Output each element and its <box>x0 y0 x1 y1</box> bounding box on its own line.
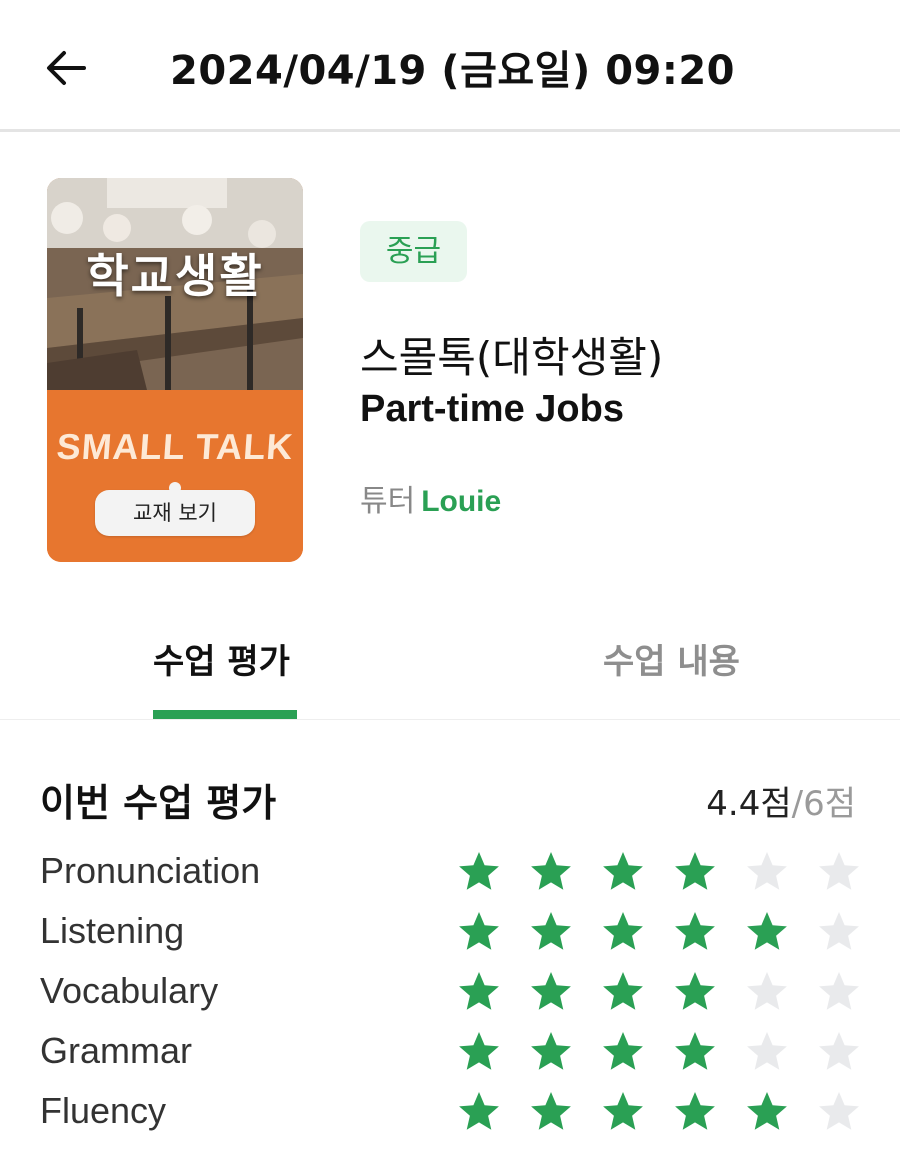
star-filled-icon <box>601 910 645 954</box>
rating-row-listening: Listening <box>0 902 900 962</box>
star-rating <box>457 1030 861 1074</box>
course-title-korean: 스몰톡(대학생활) <box>360 333 664 382</box>
rating-row-vocabulary: Vocabulary <box>0 962 900 1022</box>
star-filled-icon <box>529 850 573 894</box>
page-title: 2024/04/19 (금요일) 09:20 <box>170 48 736 94</box>
tutor-info: 튜터 Louie <box>360 476 501 520</box>
level-badge: 중급 <box>360 221 467 282</box>
rating-row-grammar: Grammar <box>0 1022 900 1082</box>
arrow-left-icon <box>47 51 86 85</box>
cover-korean-title: 학교생활 <box>86 249 264 303</box>
header-bar: 2024/04/19 (금요일) 09:20 <box>0 0 900 132</box>
star-empty-icon <box>817 970 861 1014</box>
star-filled-icon <box>601 850 645 894</box>
star-filled-icon <box>673 850 717 894</box>
tutor-label: 튜터 <box>360 484 416 519</box>
view-textbook-button[interactable]: 교재 보기 <box>95 482 255 536</box>
active-tab-indicator <box>153 710 297 719</box>
rating-label: Pronunciation <box>40 850 261 891</box>
star-filled-icon <box>457 910 501 954</box>
back-button[interactable] <box>40 42 92 94</box>
star-filled-icon <box>457 970 501 1014</box>
course-title-english: Part-time Jobs <box>360 388 624 430</box>
star-filled-icon <box>745 1090 789 1134</box>
star-filled-icon <box>529 910 573 954</box>
star-filled-icon <box>601 1030 645 1074</box>
rating-row-pronunciation: Pronunciation <box>0 842 900 902</box>
tutor-name[interactable]: Louie <box>421 485 501 518</box>
star-rating <box>457 910 861 954</box>
star-filled-icon <box>457 1090 501 1134</box>
rating-label: Fluency <box>40 1090 167 1131</box>
star-empty-icon <box>817 850 861 894</box>
rating-label: Listening <box>40 910 185 951</box>
star-empty-icon <box>817 1030 861 1074</box>
total-score: 4.4점/6점 <box>706 776 856 825</box>
star-empty-icon <box>745 1030 789 1074</box>
star-empty-icon <box>745 850 789 894</box>
rating-label: Vocabulary <box>40 970 219 1011</box>
star-empty-icon <box>745 970 789 1014</box>
star-filled-icon <box>601 970 645 1014</box>
rating-row-fluency: Fluency <box>0 1082 900 1142</box>
star-filled-icon <box>673 910 717 954</box>
star-rating <box>457 1090 861 1134</box>
evaluation-section-title: 이번 수업 평가 <box>40 781 277 825</box>
star-filled-icon <box>673 1030 717 1074</box>
star-rating <box>457 970 861 1014</box>
star-filled-icon <box>673 1090 717 1134</box>
textbook-cover: 학교생활 SMALL TALK 교재 보기 <box>47 178 303 562</box>
star-filled-icon <box>457 850 501 894</box>
classroom-photo: 학교생활 <box>47 178 303 390</box>
cover-orange-panel: SMALL TALK 교재 보기 <box>47 390 303 562</box>
score-max: /6점 <box>791 784 856 824</box>
tab-bar: 수업 평가 수업 내용 <box>0 610 900 720</box>
star-filled-icon <box>457 1030 501 1074</box>
score-value: 4.4점 <box>706 784 792 824</box>
star-filled-icon <box>745 910 789 954</box>
star-filled-icon <box>601 1090 645 1134</box>
star-empty-icon <box>817 1090 861 1134</box>
star-filled-icon <box>529 1090 573 1134</box>
tab-lesson-evaluation[interactable]: 수업 평가 <box>153 634 290 683</box>
star-rating <box>457 850 861 894</box>
cover-english-title: SMALL TALK <box>55 426 295 467</box>
tab-lesson-content[interactable]: 수업 내용 <box>603 634 740 683</box>
star-filled-icon <box>529 970 573 1014</box>
star-filled-icon <box>529 1030 573 1074</box>
rating-label: Grammar <box>40 1030 192 1071</box>
star-filled-icon <box>673 970 717 1014</box>
star-empty-icon <box>817 910 861 954</box>
